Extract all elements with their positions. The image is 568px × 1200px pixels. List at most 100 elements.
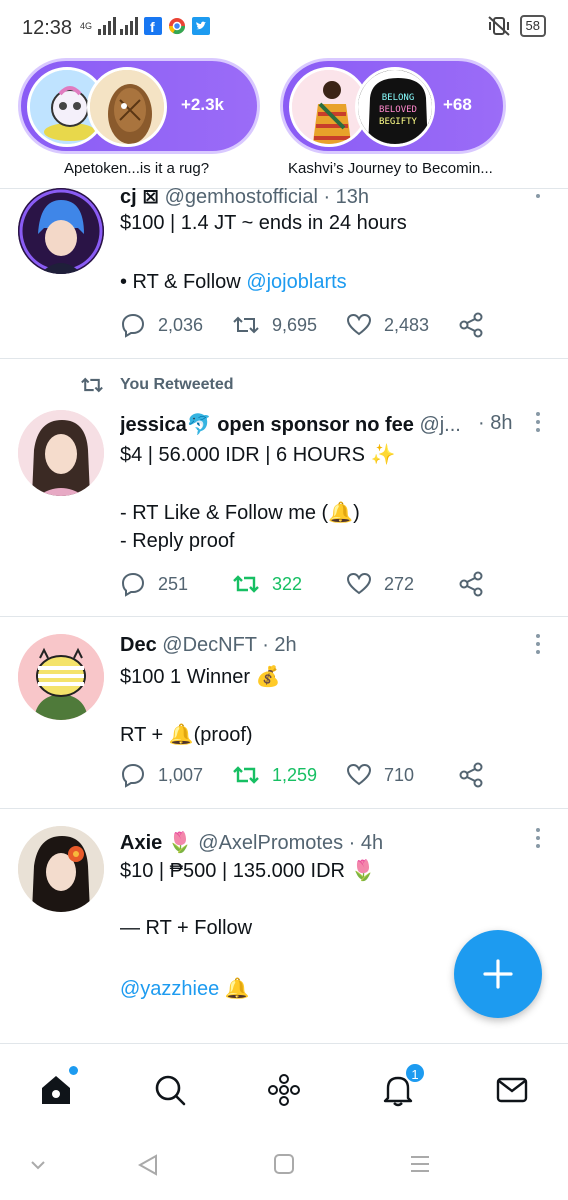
reply-icon — [121, 572, 145, 597]
author-name[interactable]: jessica🐬 open sponsor no fee — [120, 414, 414, 436]
svg-text:BEGIFTY: BEGIFTY — [379, 117, 418, 127]
status-bar: 12:38 4G f 58 — [0, 0, 568, 56]
nav-search[interactable] — [148, 1068, 192, 1112]
svg-text:BELONG: BELONG — [382, 93, 415, 103]
space-listener-count: +68 — [443, 95, 472, 114]
tweet-text-line: @yazzhiee 🔔 — [120, 978, 250, 1000]
space-card-apetoken[interactable]: +2.3k — [18, 58, 260, 154]
share-icon — [459, 762, 483, 788]
author-handle[interactable]: @AxelPromotes — [198, 832, 343, 854]
like-count: 272 — [384, 573, 415, 594]
notifications-badge: 1 — [404, 1062, 426, 1084]
status-time: 12:38 — [22, 17, 73, 39]
more-options-icon[interactable] — [536, 634, 542, 658]
like-icon — [346, 763, 372, 786]
chevron-down-icon[interactable] — [30, 1159, 46, 1171]
twitter-notif-icon — [192, 17, 211, 35]
retweet-button[interactable]: 9,695 — [232, 312, 317, 338]
reply-count: 251 — [158, 573, 189, 594]
avatar[interactable] — [18, 410, 104, 496]
search-icon — [155, 1075, 186, 1106]
tweet-time[interactable]: · 8h — [478, 412, 512, 435]
retweet-button[interactable]: 322 — [232, 571, 302, 597]
battery-indicator: 58 — [519, 15, 546, 37]
like-button[interactable]: 2,483 — [346, 312, 429, 338]
home-system-icon[interactable] — [273, 1153, 295, 1175]
retweet-button[interactable]: 1,259 — [232, 762, 317, 788]
status-right: 58 — [486, 15, 546, 37]
share-icon — [459, 312, 483, 338]
avatar[interactable] — [18, 826, 104, 912]
share-button[interactable] — [458, 312, 484, 338]
avatar[interactable] — [18, 634, 104, 720]
like-count: 2,483 — [384, 314, 430, 335]
tweet-text-line: - Reply proof — [120, 530, 235, 552]
like-button[interactable]: 710 — [346, 762, 414, 788]
nav-spaces[interactable] — [262, 1068, 306, 1112]
nav-home[interactable] — [34, 1066, 78, 1112]
home-icon — [42, 1076, 70, 1104]
retweet-icon — [81, 377, 103, 393]
author-name[interactable]: cj ⊠ — [120, 186, 159, 208]
nav-messages[interactable] — [490, 1068, 534, 1112]
author-handle[interactable]: @j... — [419, 414, 460, 436]
tweet-text-line: • RT & Follow @jojoblarts — [120, 271, 347, 293]
retweet-icon — [233, 766, 259, 784]
tweet-time[interactable]: · 4h — [349, 832, 383, 854]
share-button[interactable] — [458, 571, 484, 597]
tweet-text-line: $100 | 1.4 JT ~ ends in 24 hours — [120, 212, 407, 234]
space-cohost-avatar: BELONG BELOVED BEGIFTY — [355, 67, 435, 147]
share-button[interactable] — [458, 762, 484, 788]
retweet-count: 1,259 — [272, 764, 318, 785]
like-icon — [346, 572, 372, 595]
reply-icon — [121, 313, 145, 338]
more-options-icon[interactable] — [536, 828, 542, 852]
space-card-kashvi[interactable]: BELONG BELOVED BEGIFTY +68 — [280, 58, 506, 154]
back-icon[interactable] — [136, 1153, 160, 1177]
tweet-gemhostofficial[interactable]: cj ⊠ @gemhostofficial · 13h $100 | 1.4 J… — [0, 160, 568, 358]
spaces-icon — [268, 1074, 300, 1106]
nav-notifications[interactable]: 1 — [376, 1062, 426, 1112]
like-icon — [346, 313, 372, 336]
recents-icon[interactable] — [409, 1153, 431, 1175]
signal-icon — [98, 17, 139, 35]
tweet-header: Axie 🌷 @AxelPromotes · 4h — [120, 830, 518, 855]
reply-button[interactable]: 1,007 — [120, 762, 203, 788]
facebook-icon: f — [144, 17, 163, 35]
compose-tweet-button[interactable] — [454, 930, 542, 1018]
like-count: 710 — [384, 764, 415, 785]
tweet-text-line: $4 | 56.000 IDR | 6 HOURS ✨ — [120, 444, 396, 466]
reply-button[interactable]: 251 — [120, 571, 188, 597]
retweet-count: 322 — [272, 573, 303, 594]
reply-button[interactable]: 2,036 — [120, 312, 203, 338]
more-options-icon[interactable] — [536, 194, 542, 202]
tweet-text-line: — RT + Follow — [120, 917, 253, 939]
status-left-icons: 4G f — [80, 17, 211, 35]
mention-link[interactable]: @yazzhiee — [120, 978, 219, 1000]
svg-text:BELOVED: BELOVED — [379, 105, 417, 115]
tweet-decnft[interactable]: Dec @DecNFT · 2h $100 1 Winner 💰 RT + 🔔(… — [0, 616, 568, 808]
mention-link[interactable]: @jojoblarts — [246, 271, 346, 293]
tweet-time[interactable]: · 13h — [323, 186, 369, 208]
tweet-actions: 251 322 272 — [120, 571, 500, 601]
more-options-icon[interactable] — [536, 412, 542, 436]
author-handle[interactable]: @gemhostofficial — [165, 186, 318, 208]
author-handle[interactable]: @DecNFT — [162, 634, 256, 656]
retweeted-label: You Retweeted — [120, 376, 234, 393]
tweet-jessica[interactable]: You Retweeted jessica🐬 open sponsor no f… — [0, 358, 568, 616]
like-button[interactable]: 272 — [346, 571, 414, 597]
tweet-actions: 1,007 1,259 710 — [120, 762, 500, 792]
mute-vibrate-icon — [487, 16, 510, 36]
avatar[interactable] — [18, 188, 104, 274]
tweet-text-line: - RT Like & Follow me (🔔) — [120, 502, 360, 524]
network-type: 4G — [80, 21, 93, 31]
chrome-icon — [169, 18, 186, 35]
author-name[interactable]: Axie 🌷 — [120, 832, 193, 854]
tweet-header: jessica🐬 open sponsor no fee @j... — [120, 412, 468, 437]
space-cohost-avatar — [87, 67, 167, 147]
tweet-header: Dec @DecNFT · 2h — [120, 634, 518, 657]
tweet-time[interactable]: · 2h — [262, 634, 296, 656]
tweet-header: cj ⊠ @gemhostofficial · 13h — [120, 184, 518, 209]
reply-count: 1,007 — [158, 764, 204, 785]
author-name[interactable]: Dec — [120, 634, 157, 656]
